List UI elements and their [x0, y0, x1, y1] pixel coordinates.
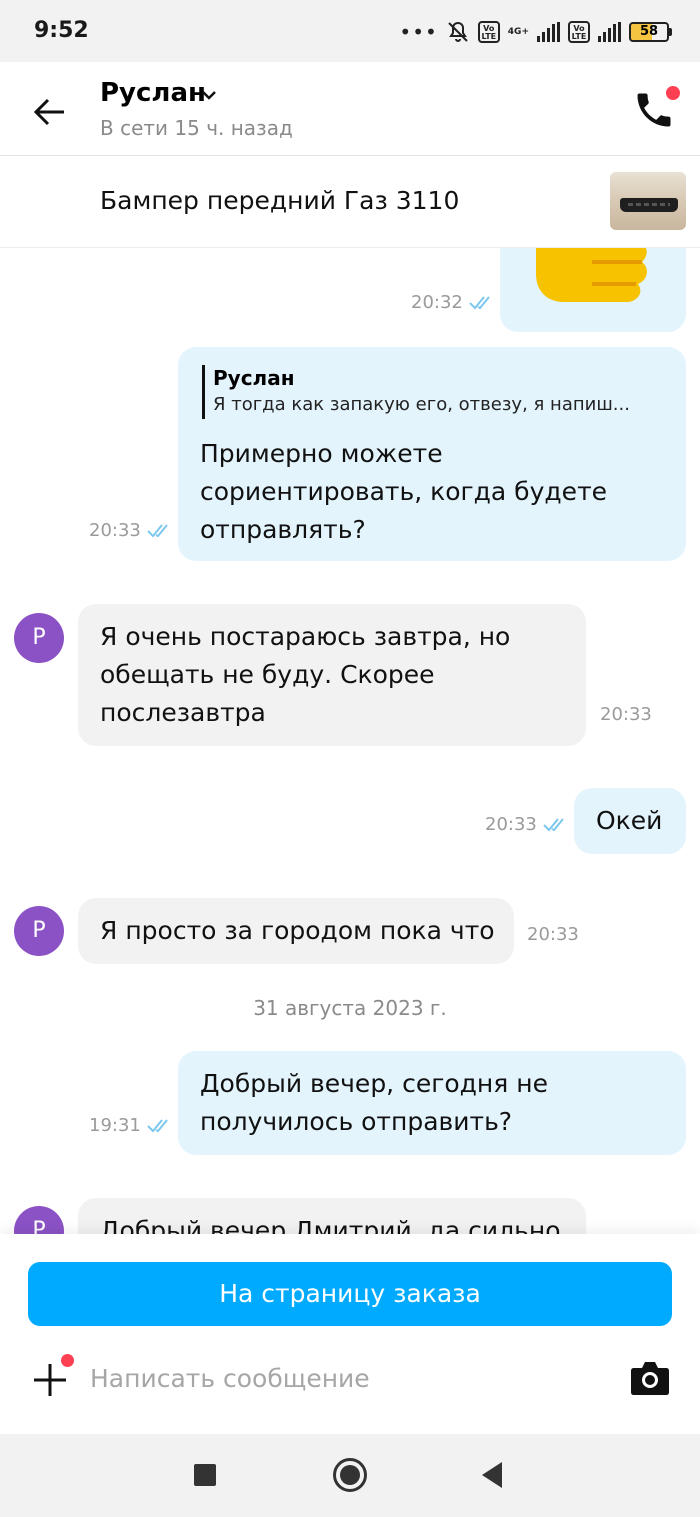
network-type: 4G+ — [507, 27, 529, 37]
order-page-button[interactable]: На страницу заказа — [28, 1262, 672, 1326]
quote-text: Я тогда как запакую его, отвезу, я напиш… — [213, 394, 630, 415]
thumbs-up-emoji-icon — [536, 248, 647, 302]
chat-messages[interactable]: 20:32 Руслан Я тогда как запакую его, от… — [0, 248, 700, 1234]
bottom-panel: На страницу заказа — [0, 1234, 700, 1434]
read-ticks-icon — [147, 1119, 168, 1133]
status-time: 9:52 — [34, 18, 89, 43]
message-incoming[interactable]: Добрый вечер Дмитрий, да сильно — [78, 1198, 586, 1234]
message-time: 20:32 — [411, 292, 463, 313]
message-text-line: отправлять? — [200, 515, 366, 544]
chat-header: Руслан В сети 15 ч. назад — [0, 62, 700, 156]
avatar[interactable]: Р — [14, 906, 64, 956]
message-text: Окей — [596, 806, 663, 835]
message-text-line: Примерно можете — [200, 439, 443, 468]
message-outgoing-reply[interactable]: Руслан Я тогда как запакую его, отвезу, … — [178, 347, 686, 561]
battery-level: 58 — [629, 22, 669, 42]
message-outgoing[interactable]: Добрый вечер, сегодня не получилось отпр… — [178, 1051, 686, 1155]
battery-icon: 58 — [629, 22, 672, 42]
back-button[interactable] — [482, 1462, 502, 1488]
message-incoming[interactable]: Я очень постараюсь завтра, но обещать не… — [78, 604, 586, 746]
bell-off-icon — [448, 21, 468, 42]
product-title[interactable]: Бампер передний Газ 3110 — [100, 186, 459, 215]
more-notifications-icon: ••• — [399, 20, 438, 44]
status-bar: 9:52 ••• Vo LTE 4G+ Vo LTE 58 — [0, 0, 700, 62]
avatar[interactable]: Р — [14, 1206, 64, 1234]
message-time: 20:33 — [485, 814, 537, 835]
message-outgoing[interactable] — [500, 248, 686, 332]
message-time: 20:33 — [89, 520, 141, 541]
read-ticks-icon — [469, 296, 490, 310]
message-text-line: получилось отправить? — [200, 1107, 513, 1136]
home-button[interactable] — [333, 1458, 367, 1492]
signal-icon — [537, 22, 560, 42]
plus-icon[interactable] — [32, 1362, 68, 1398]
message-input[interactable] — [90, 1358, 590, 1398]
status-icons: ••• Vo LTE 4G+ Vo LTE 58 — [399, 20, 672, 44]
read-ticks-icon — [543, 818, 564, 832]
message-text-line: Добрый вечер, сегодня не — [200, 1069, 548, 1098]
read-ticks-icon — [147, 524, 168, 538]
message-time: 19:31 — [89, 1115, 141, 1136]
message-text: Я просто за городом пока что — [100, 916, 495, 945]
contact-name[interactable]: Руслан — [100, 78, 206, 108]
date-separator: 31 августа 2023 г. — [253, 996, 447, 1020]
message-text-line: обещать не буду. Скорее — [100, 660, 435, 689]
message-incoming[interactable]: Я просто за городом пока что — [78, 898, 514, 964]
quoted-message[interactable]: Руслан Я тогда как запакую его, отвезу, … — [202, 365, 630, 419]
message-outgoing[interactable]: Окей — [574, 788, 686, 854]
product-bar[interactable]: Бампер передний Газ 3110 — [0, 156, 700, 248]
message-time: 20:33 — [600, 704, 652, 725]
volte-icon: Vo LTE — [477, 21, 500, 43]
recent-apps-button[interactable] — [194, 1464, 216, 1486]
quote-author: Руслан — [213, 366, 295, 390]
signal-icon-2 — [598, 22, 621, 42]
chevron-down-icon[interactable] — [200, 86, 218, 104]
system-nav-bar — [0, 1434, 700, 1517]
notification-dot — [666, 86, 680, 100]
avatar[interactable]: Р — [14, 613, 64, 663]
volte-icon-2: Vo LTE — [568, 21, 590, 43]
product-thumbnail[interactable] — [610, 172, 686, 230]
message-text-line: Я очень постараюсь завтра, но — [100, 622, 511, 651]
message-text-line: послезавтра — [100, 698, 266, 727]
message-text-line: сориентировать, когда будете — [200, 477, 608, 506]
contact-status: В сети 15 ч. назад — [100, 116, 293, 140]
back-arrow-icon[interactable] — [30, 92, 70, 132]
camera-icon[interactable] — [630, 1358, 670, 1396]
notification-dot — [61, 1354, 74, 1367]
message-time: 20:33 — [527, 924, 579, 945]
message-text: Добрый вечер Дмитрий, да сильно — [100, 1216, 561, 1234]
